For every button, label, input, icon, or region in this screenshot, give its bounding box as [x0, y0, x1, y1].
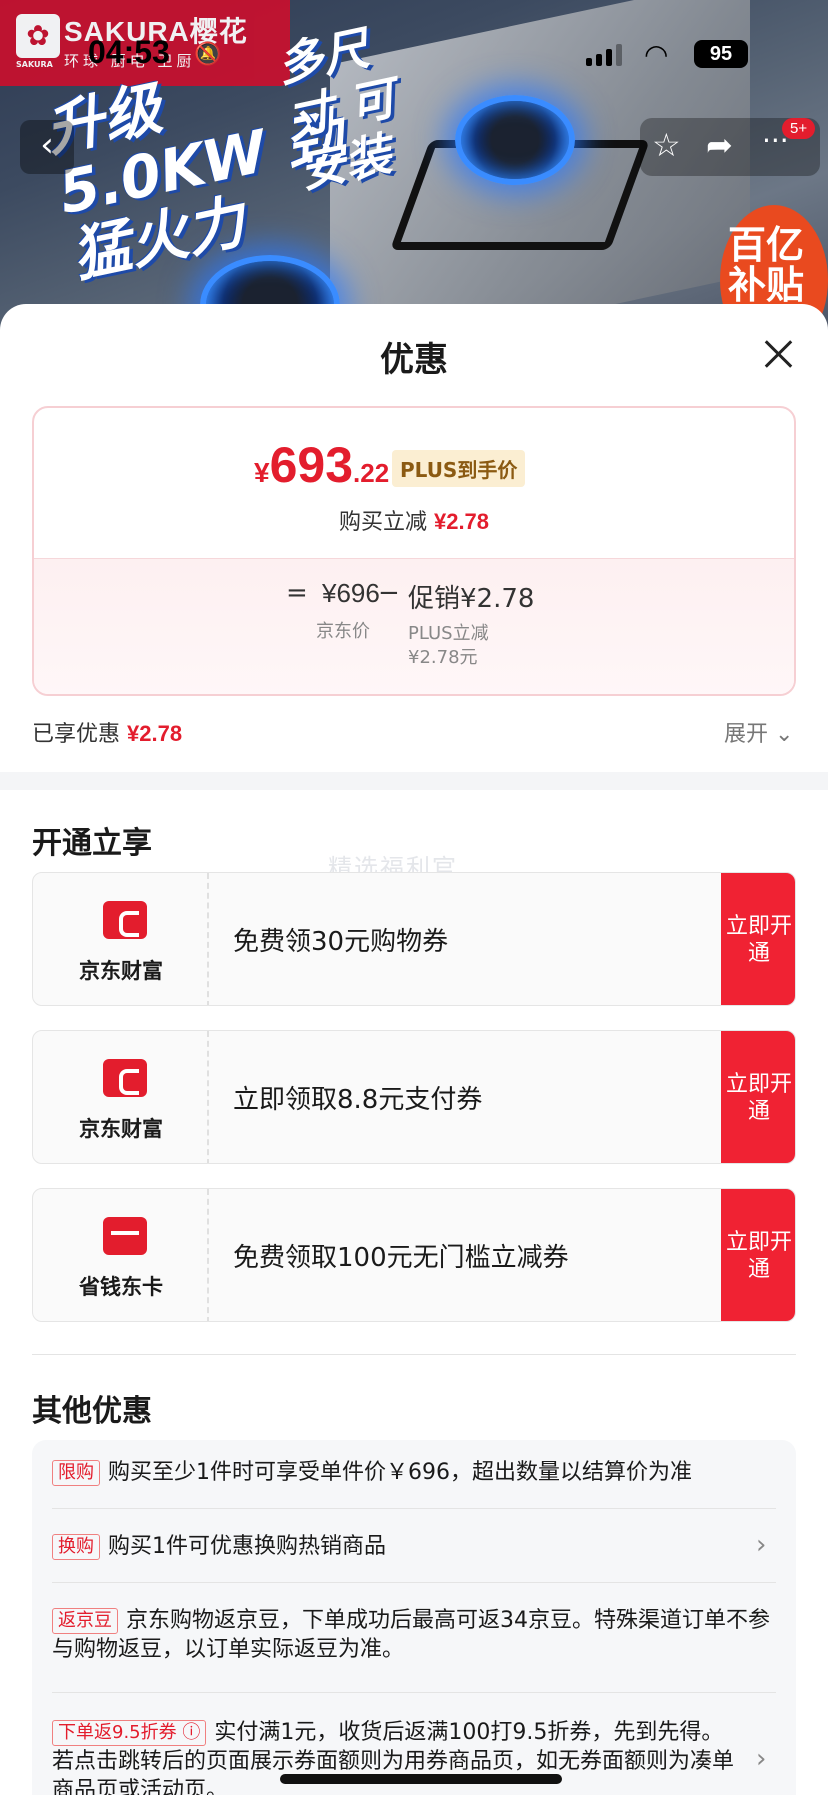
- chevron-right-icon[interactable]: ›: [756, 1530, 766, 1560]
- sakura-logo-icon: ✿: [16, 14, 60, 58]
- back-button[interactable]: ‹: [20, 120, 74, 174]
- favorite-star-icon[interactable]: ☆: [652, 126, 681, 164]
- coupon-source: 京东财富: [79, 959, 163, 983]
- item-tag: 换购: [52, 1534, 100, 1560]
- wifi-icon: ◠: [644, 38, 669, 71]
- close-icon[interactable]: [758, 334, 798, 374]
- jd-finance-icon: [103, 901, 147, 939]
- other-discounts-list: 限购 购买至少1件时可享受单件价￥696，超出数量以结算价为准 换购 购买1件可优惠…: [32, 1440, 796, 1795]
- discount-sheet: 优惠 ¥693.22 PLUS到手价 购买立减 ¥2.78 = ¥696 − 促…: [0, 304, 828, 1795]
- instant-reduce-line: 购买立减 ¥2.78: [34, 504, 794, 536]
- item-text: 京东购物返京豆，下单成功后最高可返34京豆。特殊渠道订单不参与购物返豆，以订单实…: [52, 1608, 770, 1662]
- plus-price-tag: PLUS到手价: [392, 450, 526, 487]
- cellular-signal-icon: [586, 44, 622, 66]
- item-text: 购买1件可优惠换购热销商品: [108, 1534, 386, 1559]
- activate-button[interactable]: 立即开通: [721, 1189, 795, 1321]
- calc-promo: 促销¥2.78: [408, 584, 535, 614]
- jd-price-label: 京东价: [316, 621, 370, 642]
- calc-minus: −: [378, 578, 400, 608]
- expand-button[interactable]: 展开 ⌄: [724, 716, 793, 748]
- list-item[interactable]: 换购 购买1件可优惠换购热销商品: [52, 1532, 742, 1561]
- price-card: ¥693.22 PLUS到手价 购买立减 ¥2.78 = ¥696 − 促销¥2…: [32, 406, 796, 696]
- reduce-value: ¥2.78: [433, 509, 490, 534]
- status-time: 04:53: [88, 34, 170, 70]
- price-symbol: ¥: [254, 457, 270, 488]
- item-divider: [52, 1582, 776, 1583]
- brand-small-text: SAKURA: [16, 60, 53, 69]
- coupon-source-area: 京东财富: [33, 873, 209, 1005]
- card-icon: [103, 1217, 147, 1255]
- share-icon[interactable]: ➦: [706, 126, 733, 164]
- coupon-card[interactable]: 省钱东卡 免费领取100元无门槛立减券 立即开通: [32, 1188, 796, 1322]
- coupon-source-area: 京东财富: [33, 1031, 209, 1163]
- final-price: ¥693.22: [254, 436, 389, 494]
- chevron-right-icon[interactable]: ›: [756, 1744, 766, 1774]
- burner-flame: [455, 95, 575, 185]
- calc-equals: =: [286, 578, 308, 608]
- open-section-title: 开通立享: [32, 826, 152, 861]
- price-integer: 693: [269, 437, 354, 493]
- mute-bell-icon: 🔕: [194, 42, 222, 67]
- enjoyed-label: 已享优惠: [32, 722, 121, 747]
- coupon-source: 京东财富: [79, 1117, 163, 1141]
- list-item: 限购 购买至少1件时可享受单件价￥696，超出数量以结算价为准: [52, 1458, 776, 1487]
- price-decimal: .22: [353, 458, 390, 488]
- item-text: 购买至少1件时可享受单件价￥696，超出数量以结算价为准: [108, 1460, 692, 1485]
- coupon-card[interactable]: 京东财富 免费领30元购物券 立即开通: [32, 872, 796, 1006]
- calc-jd-price: ¥696: [322, 578, 380, 608]
- sheet-title: 优惠: [380, 340, 448, 380]
- section-divider: [32, 1354, 796, 1355]
- battery-indicator: 95: [694, 40, 748, 68]
- message-count-badge: 5+: [782, 118, 816, 139]
- coupon-desc: 立即领取8.8元支付券: [233, 1085, 483, 1115]
- item-tag: 限购: [52, 1460, 100, 1486]
- coupon-source: 省钱东卡: [79, 1275, 163, 1299]
- enjoyed-discount: 已享优惠 ¥2.78: [32, 716, 182, 748]
- item-divider: [52, 1692, 776, 1693]
- coupon-card[interactable]: 京东财富 立即领取8.8元支付券 立即开通: [32, 1030, 796, 1164]
- list-item: 返京豆 京东购物返京豆，下单成功后最高可返34京豆。特殊渠道订单不参与购物返豆，以…: [52, 1606, 776, 1664]
- jd-finance-icon: [103, 1059, 147, 1097]
- coupon-desc: 免费领30元购物券: [233, 927, 449, 957]
- item-divider: [52, 1508, 776, 1509]
- activate-button[interactable]: 立即开通: [721, 1031, 795, 1163]
- coupon-desc: 免费领取100元无门槛立减券: [233, 1243, 569, 1273]
- plus-reduce-value: ¥2.78元: [408, 647, 478, 668]
- other-section-title: 其他优惠: [32, 1394, 152, 1429]
- enjoyed-value: ¥2.78: [127, 721, 183, 746]
- activate-button[interactable]: 立即开通: [721, 873, 795, 1005]
- reduce-label: 购买立减: [338, 510, 427, 535]
- plus-reduce-label: PLUS立减: [408, 623, 489, 644]
- item-tag: 返京豆: [52, 1608, 118, 1634]
- item-tag: 下单返9.5折券 ⓘ: [52, 1720, 207, 1746]
- home-indicator: [280, 1774, 562, 1784]
- coupon-source-area: 省钱东卡: [33, 1189, 209, 1321]
- section-separator: [0, 772, 828, 790]
